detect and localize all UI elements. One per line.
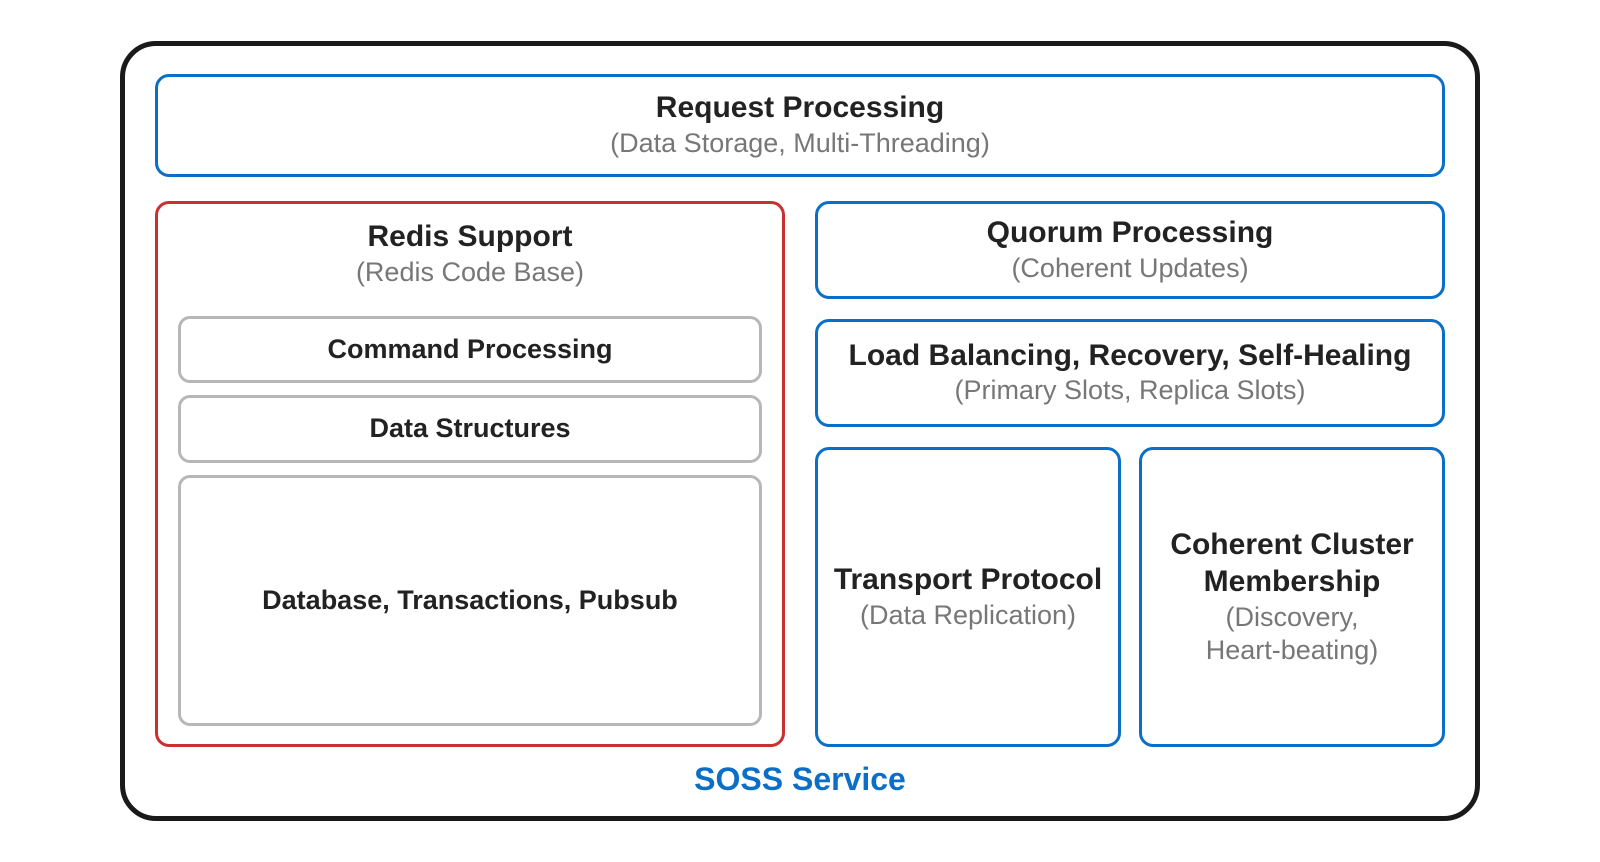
redis-item-label: Data Structures [191,412,749,446]
soss-service-label: SOSS Service [155,747,1445,806]
load-balancing-title: Load Balancing, Recovery, Self-Healing [830,337,1430,375]
redis-item-label: Command Processing [191,333,749,367]
transport-title: Transport Protocol [830,561,1106,599]
cluster-membership-box: Coherent Cluster Membership (Discovery, … [1139,447,1445,748]
soss-service-container: Request Processing (Data Storage, Multi-… [120,41,1480,821]
redis-subtitle: (Redis Code Base) [178,256,762,290]
load-balancing-subtitle: (Primary Slots, Replica Slots) [830,374,1430,408]
transport-subtitle: (Data Replication) [830,599,1106,633]
request-processing-box: Request Processing (Data Storage, Multi-… [155,74,1445,177]
quorum-subtitle: (Coherent Updates) [830,252,1430,286]
transport-protocol-box: Transport Protocol (Data Replication) [815,447,1121,748]
request-processing-subtitle: (Data Storage, Multi-Threading) [168,127,1432,161]
bottom-row: Transport Protocol (Data Replication) Co… [815,447,1445,748]
membership-subtitle-2: Heart-beating) [1154,634,1430,668]
columns: Redis Support (Redis Code Base) Command … [155,201,1445,747]
redis-item: Database, Transactions, Pubsub [178,475,762,726]
redis-item: Data Structures [178,395,762,463]
right-column: Quorum Processing (Coherent Updates) Loa… [815,201,1445,747]
redis-item-label: Database, Transactions, Pubsub [262,584,678,618]
redis-title: Redis Support [178,218,762,256]
load-balancing-box: Load Balancing, Recovery, Self-Healing (… [815,319,1445,427]
request-processing-title: Request Processing [168,89,1432,127]
redis-header: Redis Support (Redis Code Base) [178,218,762,289]
membership-subtitle-1: (Discovery, [1154,601,1430,635]
left-column: Redis Support (Redis Code Base) Command … [155,201,785,747]
redis-support-box: Redis Support (Redis Code Base) Command … [155,201,785,747]
quorum-processing-box: Quorum Processing (Coherent Updates) [815,201,1445,298]
quorum-title: Quorum Processing [830,214,1430,252]
redis-item: Command Processing [178,316,762,384]
membership-title: Coherent Cluster Membership [1154,526,1430,601]
